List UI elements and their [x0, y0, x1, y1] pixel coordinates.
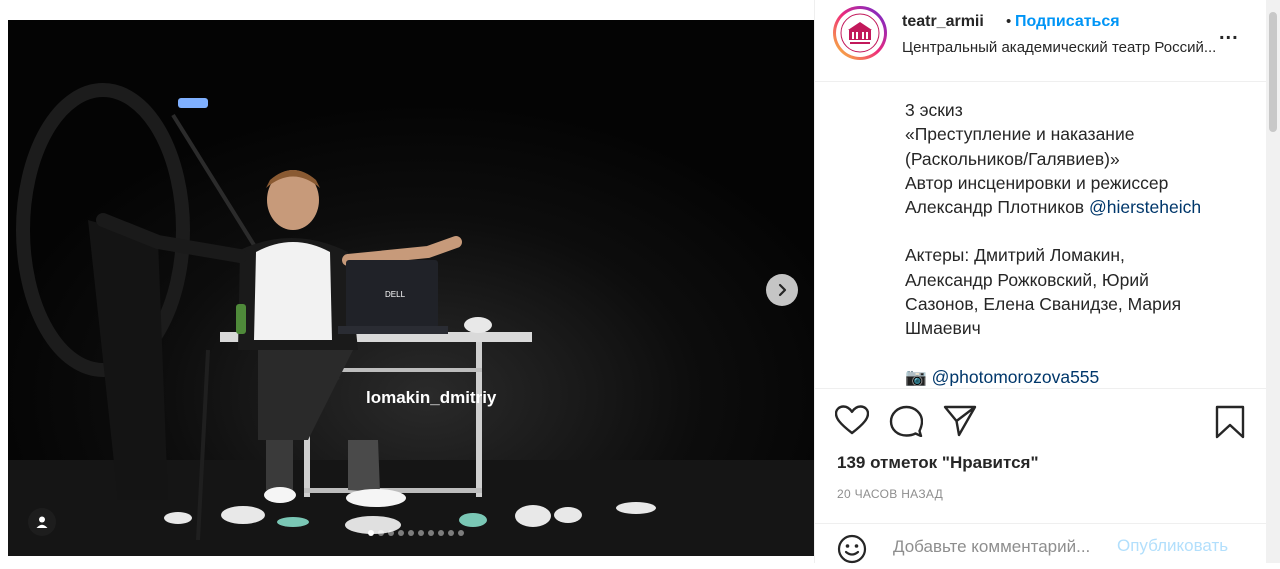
bookmark-icon [1215, 405, 1245, 439]
svg-text:DELL: DELL [385, 290, 406, 299]
username-link[interactable]: teatr_armii [902, 13, 984, 31]
post-header: teatr_armii • Подписаться Центральный ак… [815, 0, 1267, 82]
tagged-users-button[interactable] [28, 508, 56, 536]
carousel-dot [438, 530, 444, 536]
caption-line: Александр Рожковский, Юрий [905, 269, 1149, 290]
comment-icon [889, 405, 924, 438]
post-timestamp[interactable]: 20 ЧАСОВ НАЗАД [837, 487, 943, 501]
comment-form: Опубликовать [815, 523, 1267, 565]
comment-input[interactable] [891, 536, 1115, 558]
separator-dot: • [1006, 13, 1012, 30]
avatar[interactable] [833, 6, 887, 60]
caption-line: 📷 @photomorozova555 [905, 365, 1245, 386]
post-photo[interactable]: DELL lomakin_dmitriy [8, 20, 814, 556]
laptop-logo: DELL [385, 290, 406, 299]
caption-text: Александр Плотников [905, 197, 1085, 218]
publish-button[interactable]: Опубликовать [1117, 536, 1228, 556]
mention-link[interactable]: @hiersteheich [1089, 197, 1201, 217]
caption-line: 3 эскиз [905, 100, 963, 120]
post-actions: 139 отметок "Нравится" 20 ЧАСОВ НАЗАД Оп… [815, 388, 1267, 564]
user-tag-icon [36, 516, 48, 528]
avatar-image [836, 9, 884, 57]
carousel-dot [408, 530, 414, 536]
stage-photo-image [8, 20, 814, 556]
caption-line: Шмаевич [905, 318, 981, 339]
carousel-dot [458, 530, 464, 536]
carousel-dot [378, 530, 384, 536]
carousel-dot [398, 530, 404, 536]
left-margin [0, 0, 8, 563]
carousel-dot [388, 530, 394, 536]
likes-count[interactable]: 139 отметок "Нравится" [837, 453, 1039, 473]
carousel-dot [368, 530, 374, 536]
carousel-indicator [368, 530, 464, 536]
caption-line: Сазонов, Елена Сванидзе, Мария [905, 294, 1182, 315]
save-button[interactable] [1215, 405, 1245, 444]
theatre-logo-icon [840, 13, 880, 53]
comment-button[interactable] [889, 405, 924, 442]
next-photo-button[interactable] [766, 274, 798, 306]
follow-button[interactable]: Подписаться [1015, 13, 1120, 31]
scrollbar-thumb[interactable] [1269, 12, 1277, 132]
caption-line: Актеры: Дмитрий Ломакин, [905, 245, 1125, 266]
share-icon [943, 405, 977, 437]
emoji-icon [837, 534, 867, 564]
chevron-right-icon [778, 283, 787, 297]
heart-icon [834, 405, 870, 435]
caption-line: Александр Плотников @hiersteheich [905, 195, 1245, 219]
user-tag-label[interactable]: lomakin_dmitriy [366, 388, 496, 408]
post-caption: 3 эскиз «Преступление и наказание (Раско… [905, 98, 1245, 386]
carousel-dot [418, 530, 424, 536]
mention-link[interactable]: @photomorozova555 [932, 367, 1100, 386]
caption-line: «Преступление и наказание [905, 124, 1135, 145]
caption-line: Автор инсценировки и режиссер [905, 172, 1169, 193]
caption-line: (Раскольников/Галявиев)» [905, 148, 1120, 169]
carousel-dot [448, 530, 454, 536]
account-subtitle: Центральный академический театр Россий..… [902, 39, 1217, 56]
emoji-button[interactable] [837, 534, 867, 569]
more-icon: ... [1219, 22, 1239, 44]
post-details-panel: teatr_armii • Подписаться Центральный ак… [814, 0, 1267, 564]
scrollbar[interactable] [1266, 0, 1280, 563]
share-button[interactable] [943, 405, 977, 442]
carousel-dot [428, 530, 434, 536]
camera-emoji: 📷 [905, 366, 927, 386]
more-options-button[interactable]: ... [1219, 22, 1239, 45]
like-button[interactable] [834, 405, 870, 440]
